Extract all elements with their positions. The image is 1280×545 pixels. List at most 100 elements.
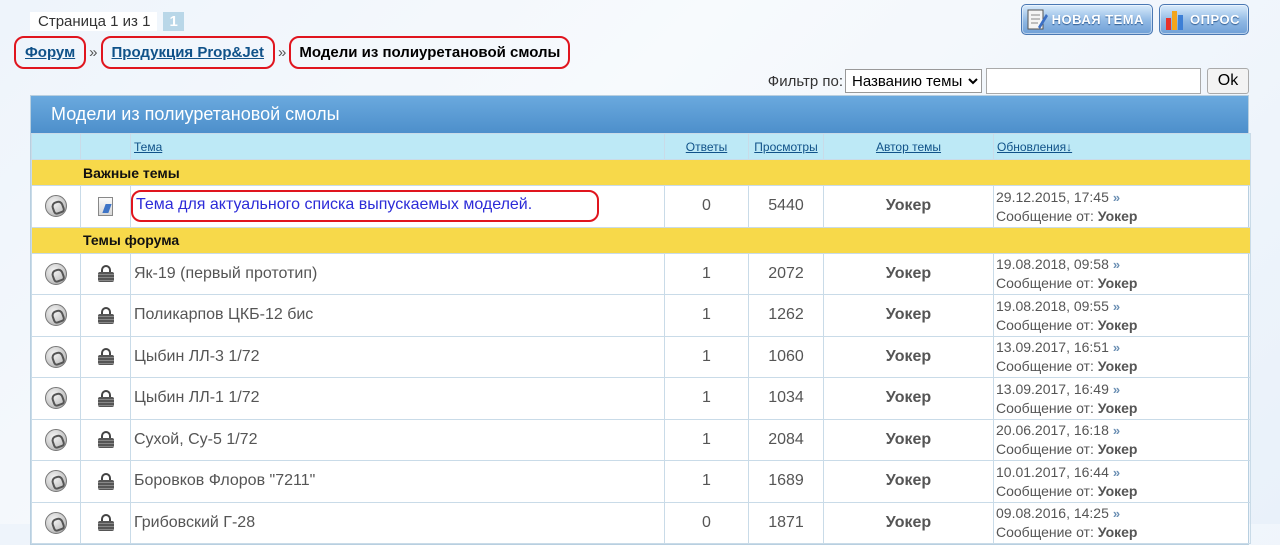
update-date: 13.09.2017, 16:49 [996, 380, 1109, 397]
last-poster[interactable]: Уокер [1098, 317, 1138, 333]
go-last-post-icon[interactable]: » [1113, 382, 1120, 397]
table-row: Поликарпов ЦКБ-12 бис 1 1262 Уокер 19.08.201… [31, 294, 1251, 337]
update-date: 13.09.2017, 16:51 [996, 339, 1109, 356]
last-poster[interactable]: Уокер [1098, 524, 1138, 540]
new-topic-label: НОВАЯ ТЕМА [1051, 12, 1145, 27]
msg-from-label: Сообщение от: [996, 482, 1094, 499]
views-count: 2084 [748, 418, 824, 461]
lock-icon [97, 265, 114, 283]
topic-title-link[interactable]: Тема для актуального списка выпускаемых … [131, 190, 599, 223]
go-last-post-icon[interactable]: » [1113, 257, 1120, 272]
topic-status-icon [45, 345, 67, 368]
topic-title-link[interactable]: Як-19 (первый прототип) [130, 252, 665, 295]
topic-status-icon [45, 428, 67, 451]
msg-from-label: Сообщение от: [996, 358, 1094, 375]
col-status [31, 133, 81, 160]
msg-from-label: Сообщение от: [996, 275, 1094, 292]
replies-count: 0 [664, 501, 749, 544]
topic-title-link[interactable]: Грибовский Г-28 [130, 501, 665, 544]
column-headers: Тема Ответы Просмотры Автор темы Обновле… [31, 133, 1251, 160]
msg-from-label: Сообщение от: [996, 399, 1094, 416]
topic-author[interactable]: Уокер [823, 185, 994, 228]
col-updates[interactable]: Обновления↓ [993, 133, 1251, 160]
msg-from-label: Сообщение от: [996, 316, 1094, 333]
msg-from-label: Сообщение от: [996, 524, 1094, 541]
update-date: 10.01.2017, 16:44 [996, 463, 1109, 480]
topic-title-link[interactable]: Сухой, Су-5 1/72 [130, 418, 665, 461]
go-last-post-icon[interactable]: » [1113, 299, 1120, 314]
topic-author[interactable]: Уокер [823, 335, 994, 378]
lock-icon [97, 472, 114, 490]
go-last-post-icon[interactable]: » [1113, 506, 1120, 521]
topic-actions: НОВАЯ ТЕМА ОПРОС [1020, 4, 1249, 35]
topic-status-icon [45, 195, 67, 218]
poll-label: ОПРОС [1190, 12, 1240, 27]
filter-input[interactable] [986, 68, 1201, 94]
table-row: Як-19 (первый прототип) 1 2072 Уокер 19.08.2… [31, 252, 1251, 295]
poll-icon [1164, 8, 1186, 32]
topic-author[interactable]: Уокер [823, 418, 994, 461]
col-views[interactable]: Просмотры [748, 133, 824, 160]
topic-author[interactable]: Уокер [823, 501, 994, 544]
breadcrumb: Форум » Продукция Prop&Jet » Модели из п… [14, 34, 571, 70]
col-topic[interactable]: Тема [130, 133, 665, 160]
poll-button[interactable]: ОПРОС [1159, 4, 1249, 35]
current-page[interactable]: 1 [163, 11, 184, 31]
views-count: 1034 [748, 377, 824, 420]
last-poster[interactable]: Уокер [1098, 400, 1138, 416]
topic-author[interactable]: Уокер [823, 252, 994, 295]
topic-title-link[interactable]: Цыбин ЛЛ-3 1/72 [130, 335, 665, 378]
section-forum-topics: Темы форума [31, 226, 1251, 254]
topic-status-icon [45, 387, 67, 410]
topic-title-link[interactable]: Боровков Флоров "7211" [130, 460, 665, 503]
views-count: 1262 [748, 294, 824, 337]
table-row: Цыбин ЛЛ-1 1/72 1 1034 Уокер 13.09.2017, 16:… [31, 377, 1251, 420]
breadcrumb-separator: » [278, 43, 287, 61]
go-last-post-icon[interactable]: » [1113, 423, 1120, 438]
lock-icon [97, 431, 114, 449]
last-poster[interactable]: Уокер [1098, 441, 1138, 457]
topics-table: Тема Ответы Просмотры Автор темы Обновле… [31, 133, 1251, 544]
breadcrumb-forum-link[interactable]: Форум [14, 35, 87, 69]
topic-title-link[interactable]: Поликарпов ЦКБ-12 бис [130, 294, 665, 337]
filter-ok-button[interactable]: Ok [1207, 68, 1249, 94]
col-replies[interactable]: Ответы [664, 133, 749, 160]
topic-list: Модели из полиуретановой смолы Тема Отве… [30, 95, 1251, 545]
last-poster[interactable]: Уокер [1098, 208, 1138, 224]
go-last-post-icon[interactable]: » [1113, 190, 1120, 205]
topic-title-link[interactable]: Цыбин ЛЛ-1 1/72 [130, 377, 665, 420]
filter-select[interactable]: Названию темы [845, 69, 982, 93]
topic-rows: Як-19 (первый прототип) 1 2072 Уокер 19.08.2… [31, 252, 1251, 544]
topic-author[interactable]: Уокер [823, 460, 994, 503]
topic-status-icon [45, 262, 67, 285]
replies-count: 1 [664, 252, 749, 295]
views-count: 1060 [748, 335, 824, 378]
new-topic-button[interactable]: НОВАЯ ТЕМА [1020, 4, 1154, 35]
table-row: Грибовский Г-28 0 1871 Уокер 09.08.2016, 14:… [31, 501, 1251, 544]
col-author[interactable]: Автор темы [823, 133, 994, 160]
lock-icon [97, 306, 114, 324]
topic-status-icon [45, 304, 67, 327]
go-last-post-icon[interactable]: » [1113, 340, 1120, 355]
update-date: 19.08.2018, 09:55 [996, 297, 1109, 314]
topic-author[interactable]: Уокер [823, 294, 994, 337]
replies-count: 1 [664, 294, 749, 337]
breadcrumb-product-link[interactable]: Продукция Prop&Jet [100, 35, 276, 69]
replies-count: 1 [664, 335, 749, 378]
section-label: Важные темы [31, 159, 1251, 186]
breadcrumb-separator: » [89, 43, 98, 61]
last-poster[interactable]: Уокер [1098, 358, 1138, 374]
update-date: 09.08.2016, 14:25 [996, 505, 1109, 522]
topic-status-icon [45, 511, 67, 534]
breadcrumb-current: Модели из полиуретановой смолы [289, 35, 571, 69]
views-count: 1689 [748, 460, 824, 503]
topic-status-icon [45, 470, 67, 493]
update-date: 29.12.2015, 17:45 [996, 188, 1109, 205]
replies-count: 0 [664, 185, 749, 228]
topic-author[interactable]: Уокер [823, 377, 994, 420]
last-poster[interactable]: Уокер [1098, 483, 1138, 499]
pagination: Страница 1 из 1 1 [30, 11, 184, 31]
replies-count: 1 [664, 418, 749, 461]
go-last-post-icon[interactable]: » [1113, 465, 1120, 480]
last-poster[interactable]: Уокер [1098, 275, 1138, 291]
